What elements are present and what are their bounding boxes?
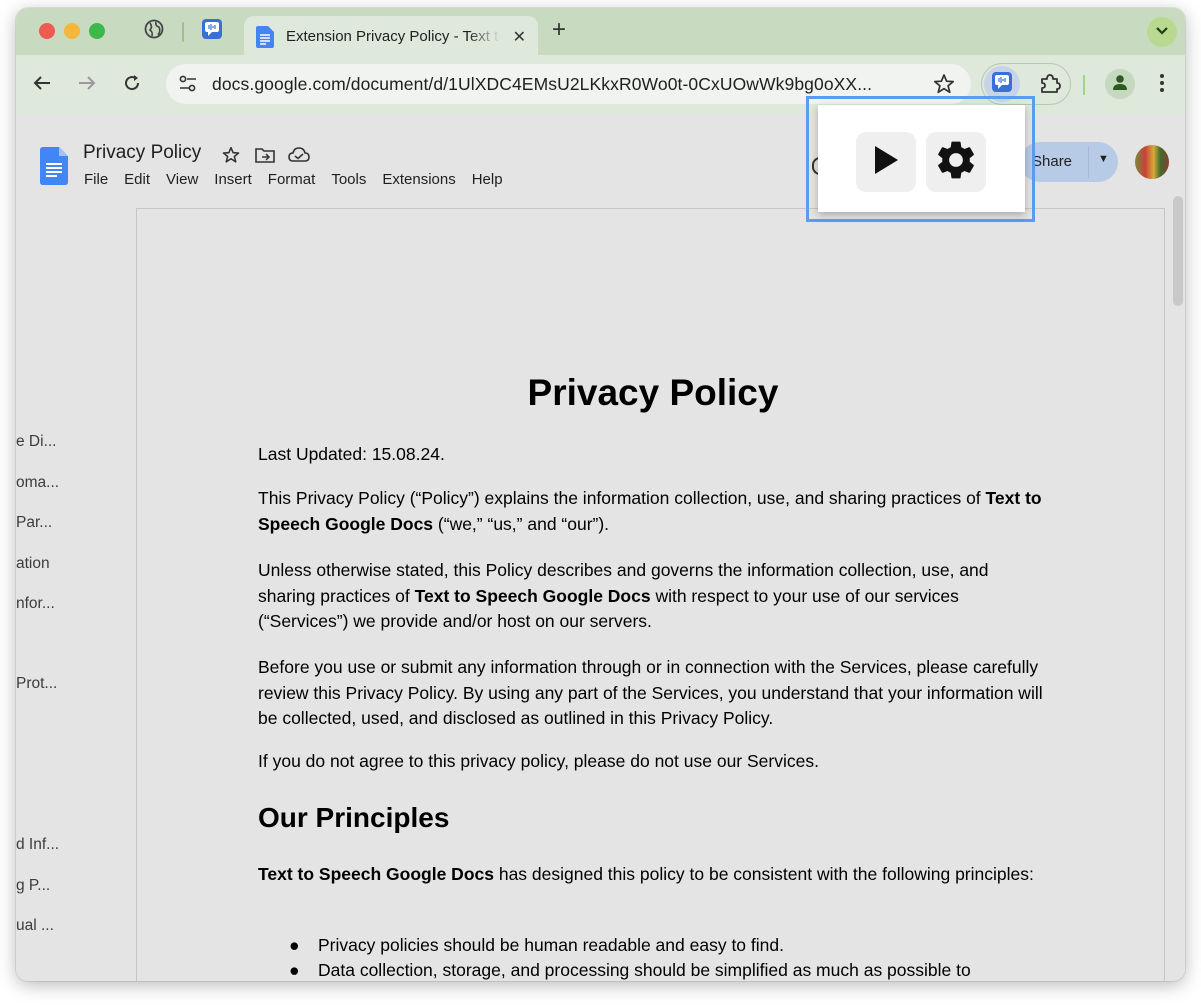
menu-format[interactable]: Format (268, 171, 316, 188)
paragraph-review: Before you use or submit any information… (258, 657, 1043, 728)
last-updated: Last Updated: 15.08.24. (258, 444, 445, 464)
speech-bubble-icon (201, 18, 223, 45)
speech-bubble-icon (991, 71, 1013, 98)
user-avatar[interactable] (1135, 145, 1169, 179)
share-divider (1088, 146, 1089, 178)
pinned-tab-globe[interactable] (141, 18, 167, 44)
outline-item[interactable]: oma... (16, 474, 59, 492)
settings-button[interactable] (926, 132, 986, 192)
share-dropdown-icon[interactable]: ▼ (1098, 153, 1109, 165)
outline-item[interactable]: e Di... (16, 433, 56, 451)
title-actions (218, 144, 312, 166)
menu-tools[interactable]: Tools (331, 171, 366, 188)
paragraph-disagree: If you do not agree to this privacy poli… (258, 751, 819, 771)
puzzle-icon (1039, 72, 1061, 99)
chevron-down-icon (1155, 23, 1169, 41)
tab-search-button[interactable] (1147, 17, 1177, 47)
document-title[interactable]: Privacy Policy (83, 142, 201, 164)
document-page[interactable]: Privacy Policy Last Updated: 15.08.24. T… (136, 208, 1165, 981)
bullet-marker: ● (289, 935, 300, 955)
gear-icon (933, 137, 979, 188)
list-item: Data collection, storage, and processing… (318, 960, 971, 980)
reload-icon (123, 74, 141, 97)
pinned-tab-tts[interactable] (199, 18, 225, 44)
heading-principles: Our Principles (258, 802, 450, 833)
extensions-menu-button[interactable] (1036, 71, 1064, 99)
maximize-window-button[interactable] (89, 23, 105, 39)
back-button[interactable] (28, 71, 56, 99)
docs-favicon-icon (256, 26, 274, 53)
play-button[interactable] (856, 132, 916, 192)
play-icon (872, 144, 900, 181)
menu-help[interactable]: Help (472, 171, 503, 188)
star-icon[interactable] (218, 144, 244, 166)
browser-menu-button[interactable] (1152, 71, 1172, 99)
forward-button[interactable] (73, 71, 101, 99)
docs-logo-icon[interactable] (40, 147, 68, 190)
more-vert-icon (1159, 73, 1165, 98)
tts-popup (818, 105, 1025, 212)
site-settings-icon[interactable] (178, 74, 198, 99)
move-folder-icon[interactable] (252, 144, 278, 166)
paragraph-intro: This Privacy Policy (“Policy”) explains … (258, 488, 1042, 534)
outline-item[interactable]: nfor... (16, 595, 55, 613)
url-text: docs.google.com/document/d/1UlXDC4EMsU2L… (212, 74, 873, 94)
menu-extensions[interactable]: Extensions (382, 171, 455, 188)
outline-item[interactable]: Par... (16, 514, 52, 532)
menu-insert[interactable]: Insert (214, 171, 252, 188)
cloud-saved-icon[interactable] (286, 144, 312, 166)
outline-item[interactable]: Prot... (16, 675, 57, 693)
menu-file[interactable]: File (84, 171, 108, 188)
profile-button[interactable] (1105, 69, 1135, 99)
outline-item[interactable]: g P... (16, 877, 50, 895)
tab-strip: Extension Privacy Policy - Text to Speec… (16, 8, 1185, 55)
paragraph-scope: Unless otherwise stated, this Policy des… (258, 560, 989, 631)
menu-view[interactable]: View (166, 171, 198, 188)
arrow-right-icon (78, 75, 96, 96)
outline-item[interactable]: ual ... (16, 917, 54, 935)
active-tab[interactable]: Extension Privacy Policy - Text to Speec… (244, 16, 538, 55)
arrow-left-icon (33, 75, 51, 96)
menu-edit[interactable]: Edit (124, 171, 150, 188)
outline-item[interactable]: d Inf... (16, 836, 59, 854)
person-icon (1111, 73, 1129, 96)
close-window-button[interactable] (39, 23, 55, 39)
toolbar-separator (1083, 75, 1085, 95)
outline-item[interactable]: ation (16, 555, 50, 573)
reload-button[interactable] (118, 71, 146, 99)
globe-icon (144, 19, 164, 44)
tab-separator (182, 22, 184, 42)
tab-title: Extension Privacy Policy - Text to Speec… (286, 28, 500, 45)
scrollbar-thumb[interactable] (1173, 196, 1183, 306)
bullet-marker: ● (289, 960, 300, 980)
minimize-window-button[interactable] (64, 23, 80, 39)
list-item: Privacy policies should be human readabl… (318, 935, 784, 955)
heading-title: Privacy Policy (527, 372, 779, 413)
paragraph-principles: Text to Speech Google Docs has designed … (258, 864, 1034, 884)
tab-close-button[interactable]: ✕ (513, 27, 526, 47)
share-label: Share (1032, 153, 1073, 170)
docs-menubar: File Edit View Insert Format Tools Exten… (84, 171, 503, 188)
new-tab-button[interactable]: + (552, 18, 566, 42)
